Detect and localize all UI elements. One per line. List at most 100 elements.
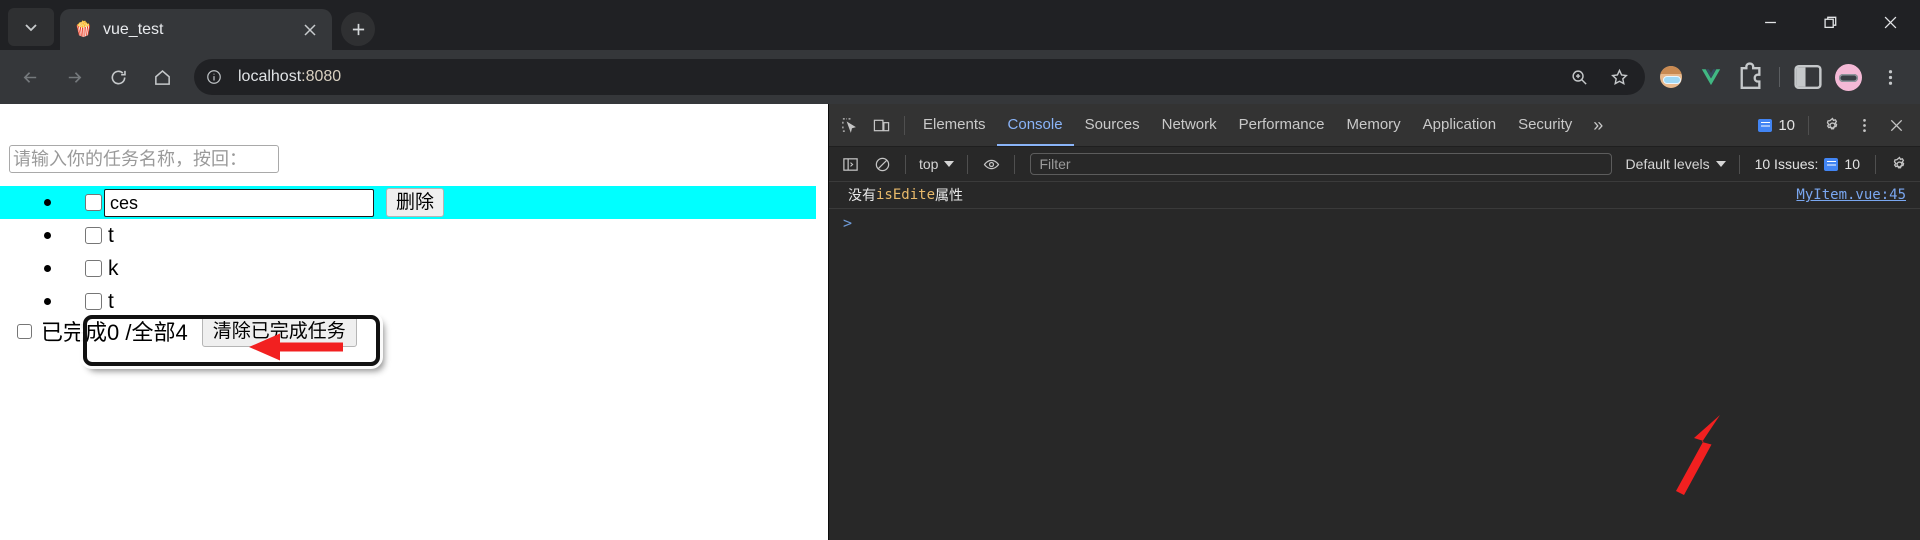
message-icon <box>1824 157 1839 171</box>
vue-devtools-icon <box>1701 69 1721 86</box>
todo-checkbox[interactable] <box>85 260 102 277</box>
console-settings-button[interactable] <box>1883 149 1915 179</box>
browser-toolbar: localhost:8080 <box>0 50 1920 104</box>
tab-sources[interactable]: Sources <box>1074 104 1151 146</box>
info-icon <box>207 70 221 84</box>
zoom-in-icon <box>1571 69 1587 85</box>
todo-row-editing[interactable]: 删除 <box>0 186 816 219</box>
annotation-arrow-left-icon <box>249 333 343 361</box>
avatar-extension-icon <box>1660 66 1682 88</box>
forward-button[interactable] <box>54 57 94 97</box>
filterbar-divider <box>967 154 969 174</box>
list-bullet <box>44 232 51 239</box>
close-icon <box>1890 119 1902 131</box>
console-source-link[interactable]: MyItem.vue:45 <box>1796 187 1906 203</box>
todo-row[interactable]: t <box>0 219 816 252</box>
maximize-button[interactable] <box>1800 0 1860 44</box>
url-host: localhost <box>238 68 302 85</box>
console-sidebar-button[interactable] <box>834 149 866 179</box>
todo-edit-input[interactable] <box>104 189 374 217</box>
minimize-button[interactable] <box>1740 0 1800 44</box>
extensions-button[interactable] <box>1734 60 1768 94</box>
list-item[interactable]: k <box>44 252 828 285</box>
message-count: 10 <box>1778 116 1795 134</box>
tab-console[interactable]: Console <box>997 104 1074 146</box>
tab-application[interactable]: Application <box>1412 104 1507 146</box>
new-tab-button[interactable] <box>341 12 375 46</box>
profile-button[interactable] <box>1831 60 1865 94</box>
todo-label: k <box>108 257 119 280</box>
close-icon <box>304 23 316 36</box>
more-tabs-button[interactable]: » <box>1583 115 1613 136</box>
todo-app: 请输入你的任务名称，按回： 删除 t <box>0 104 828 540</box>
todo-row[interactable]: k <box>0 252 816 285</box>
chevron-down-icon <box>25 24 37 32</box>
home-icon <box>154 69 170 85</box>
back-button[interactable] <box>10 57 50 97</box>
live-expression-icon <box>983 159 1000 169</box>
clear-console-button[interactable] <box>866 149 898 179</box>
close-icon <box>1884 16 1896 28</box>
home-button[interactable] <box>142 57 182 97</box>
side-panel-button[interactable] <box>1791 60 1825 94</box>
issues-status[interactable]: 10 Issues: 10 <box>1747 156 1868 172</box>
todo-list: 删除 t k <box>0 186 828 318</box>
browser-menu-button[interactable] <box>1870 57 1910 97</box>
console-output: 没有 isEdite 属性 MyItem.vue:45 > <box>829 182 1920 540</box>
todo-checkbox[interactable] <box>85 293 102 310</box>
annotation-arrow-up-icon <box>1676 415 1720 495</box>
devtools-tabbar: Elements Console Sources Network Perform… <box>829 104 1920 147</box>
todo-checkbox[interactable] <box>85 194 102 211</box>
extension-avatar-button[interactable] <box>1654 60 1688 94</box>
zoom-button[interactable] <box>1561 59 1597 95</box>
devtools-divider <box>904 115 905 135</box>
browser-tab[interactable]: 🍿 vue_test <box>60 9 332 50</box>
site-info-button[interactable] <box>200 63 228 91</box>
forward-icon <box>68 71 81 83</box>
three-dot-menu-icon <box>1862 118 1866 132</box>
back-icon <box>23 71 36 83</box>
tab-performance[interactable]: Performance <box>1228 104 1336 146</box>
tab-network[interactable]: Network <box>1151 104 1228 146</box>
maximize-icon <box>1823 16 1836 28</box>
add-todo-input[interactable]: 请输入你的任务名称，按回： <box>9 145 279 173</box>
close-window-button[interactable] <box>1860 0 1920 44</box>
live-expression-button[interactable] <box>975 149 1007 179</box>
tab-memory[interactable]: Memory <box>1336 104 1412 146</box>
chevron-down-icon <box>1715 161 1726 167</box>
delete-todo-button[interactable]: 删除 <box>386 188 445 217</box>
reload-icon <box>111 70 126 84</box>
devtools-close-button[interactable] <box>1880 110 1912 140</box>
issues-label: 10 Issues: <box>1754 156 1819 172</box>
omnibox-actions <box>1559 59 1639 95</box>
list-item[interactable]: t <box>44 219 828 252</box>
devtools-settings-button[interactable] <box>1816 110 1848 140</box>
console-filter-input[interactable]: Filter <box>1030 153 1612 175</box>
toggle-all-checkbox[interactable] <box>17 323 32 339</box>
device-toolbar-button[interactable] <box>865 110 897 140</box>
todo-checkbox[interactable] <box>85 227 102 244</box>
filterbar-divider <box>905 154 906 174</box>
reload-button[interactable] <box>98 57 138 97</box>
tab-security[interactable]: Security <box>1507 104 1583 146</box>
bookmark-button[interactable] <box>1601 59 1637 95</box>
inspect-element-icon <box>841 117 856 133</box>
gear-icon <box>1826 116 1837 129</box>
log-levels-selector[interactable]: Default levels <box>1620 156 1732 172</box>
address-bar[interactable]: localhost:8080 <box>194 59 1645 95</box>
message-count-badge[interactable]: 10 <box>1752 117 1801 134</box>
tab-search-button[interactable] <box>8 8 54 46</box>
tab-elements[interactable]: Elements <box>912 104 997 146</box>
devtools-menu-button[interactable] <box>1848 110 1880 140</box>
toolbar-divider <box>1779 67 1780 87</box>
console-prompt-caret: > <box>843 214 853 232</box>
inspect-element-button[interactable] <box>833 110 865 140</box>
vue-devtools-button[interactable] <box>1694 60 1728 94</box>
gear-icon <box>1893 155 1904 168</box>
list-item[interactable]: 删除 <box>0 186 828 219</box>
console-context-selector[interactable]: top <box>913 156 960 172</box>
console-message[interactable]: 没有 isEdite 属性 MyItem.vue:45 <box>829 182 1920 209</box>
tab-close-button[interactable] <box>298 18 322 42</box>
console-prompt[interactable]: > <box>829 209 1920 237</box>
puzzle-icon <box>1740 62 1761 89</box>
